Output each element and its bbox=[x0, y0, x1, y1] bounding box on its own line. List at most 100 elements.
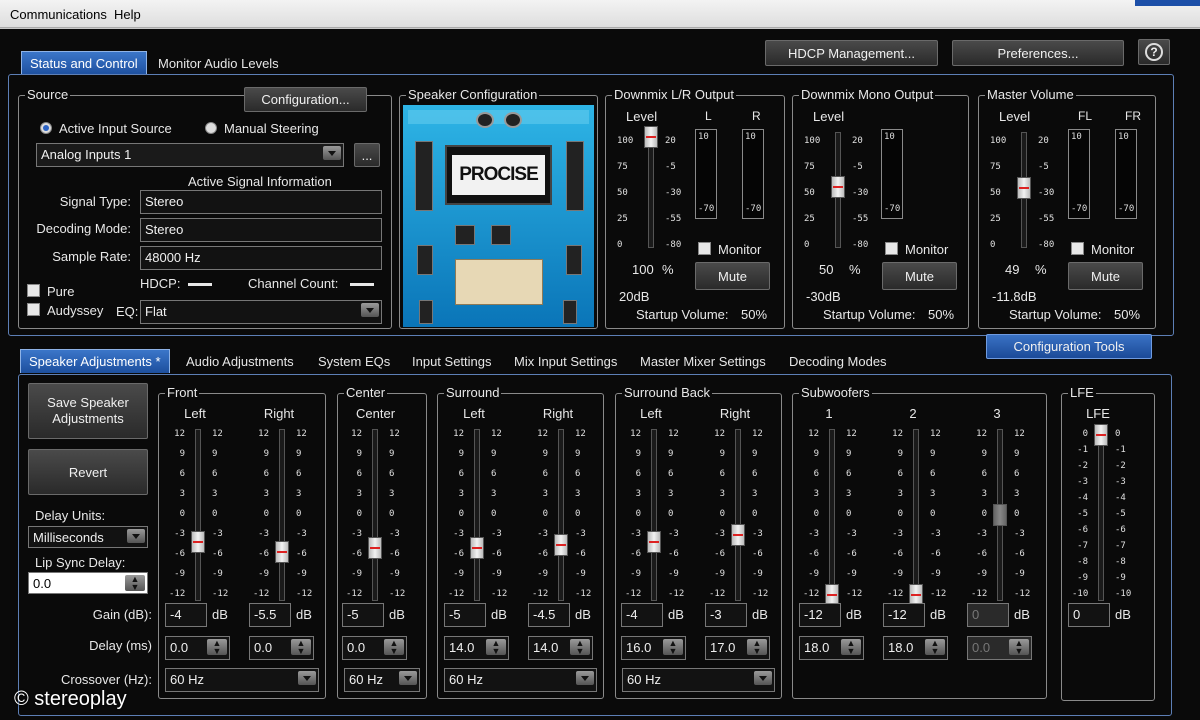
tab-master-mixer-settings[interactable]: Master Mixer Settings bbox=[632, 350, 774, 374]
input-browse-button[interactable]: ... bbox=[354, 143, 380, 167]
gain-slider-thumb[interactable] bbox=[191, 530, 205, 553]
gain-slider-thumb[interactable] bbox=[731, 524, 745, 546]
crossover-select[interactable]: 60 Hz bbox=[344, 668, 420, 692]
configuration-tools-button[interactable]: Configuration Tools bbox=[986, 334, 1152, 359]
tab-monitor-audio-levels[interactable]: Monitor Audio Levels bbox=[150, 52, 287, 76]
crossover-select[interactable]: 60 Hz bbox=[165, 668, 319, 692]
gain-input[interactable]: -4 bbox=[165, 603, 207, 627]
gain-unit: dB bbox=[491, 607, 507, 622]
gain-tick-label: 0 bbox=[491, 509, 497, 519]
gain-tick-label: 6 bbox=[296, 469, 302, 479]
monitor-checkbox[interactable] bbox=[885, 242, 898, 255]
delay-input[interactable]: 16.0 ▲ ▼ bbox=[621, 636, 686, 660]
delay-input[interactable]: 18.0 ▲ ▼ bbox=[799, 636, 864, 660]
spinner-icon: ▲ ▼ bbox=[663, 639, 683, 656]
gain-input[interactable]: 0 bbox=[1068, 603, 1110, 627]
gain-tick-label: 3 bbox=[668, 489, 674, 499]
delay-units-select[interactable]: Milliseconds bbox=[28, 526, 148, 548]
tab-system-eqs[interactable]: System EQs bbox=[310, 350, 398, 374]
hdcp-management-button[interactable]: HDCP Management... bbox=[765, 40, 938, 66]
level-tick-label: 75 bbox=[617, 162, 628, 172]
level-slider-thumb[interactable] bbox=[644, 126, 658, 149]
level-slider-thumb[interactable] bbox=[831, 176, 845, 198]
configuration-button[interactable]: Configuration... bbox=[244, 87, 367, 112]
gain-slider-thumb[interactable] bbox=[554, 534, 568, 556]
mute-button[interactable]: Mute bbox=[695, 262, 770, 290]
level-tick-label: 100 bbox=[990, 136, 1007, 146]
crossover-select[interactable]: 60 Hz bbox=[622, 668, 775, 692]
delay-input[interactable]: 0.0 ▲ ▼ bbox=[165, 636, 230, 660]
delay-input[interactable]: 0.0 ▲ ▼ bbox=[342, 636, 407, 660]
level-tick-label: 0 bbox=[990, 240, 996, 250]
lip-sync-label: Lip Sync Delay: bbox=[35, 555, 126, 570]
menu-communications[interactable]: Communications bbox=[10, 7, 107, 22]
gain-tick-label: -6 bbox=[575, 549, 586, 559]
tab-mix-input-settings[interactable]: Mix Input Settings bbox=[506, 350, 625, 374]
audyssey-checkbox[interactable] bbox=[27, 303, 40, 316]
gain-input[interactable]: -12 bbox=[883, 603, 925, 627]
channel-name: Left bbox=[463, 406, 485, 421]
delay-input[interactable]: 18.0 ▲ ▼ bbox=[883, 636, 948, 660]
gain-input[interactable]: -4 bbox=[621, 603, 663, 627]
gain-unit: dB bbox=[389, 607, 405, 622]
crossover-select[interactable]: 60 Hz bbox=[444, 668, 597, 692]
help-button[interactable]: ? bbox=[1138, 39, 1170, 65]
gain-tick-label: -6 bbox=[752, 549, 763, 559]
eq-select[interactable]: Flat bbox=[140, 300, 382, 324]
manual-steering-radio[interactable] bbox=[205, 122, 217, 134]
monitor-checkbox[interactable] bbox=[698, 242, 711, 255]
channel-count-indicator bbox=[350, 283, 374, 286]
gain-input[interactable]: -3 bbox=[705, 603, 747, 627]
gain-tick-label: -9 bbox=[846, 569, 857, 579]
gain-input[interactable]: -5.5 bbox=[249, 603, 291, 627]
db-tick-label: 20 bbox=[1038, 136, 1049, 146]
pure-checkbox[interactable] bbox=[27, 284, 40, 297]
gain-tick-label: -12 bbox=[389, 589, 406, 599]
monitor-checkbox[interactable] bbox=[1071, 242, 1084, 255]
mute-button[interactable]: Mute bbox=[1068, 262, 1143, 290]
delay-input[interactable]: 0.0 ▲ ▼ bbox=[249, 636, 314, 660]
gain-slider-thumb[interactable] bbox=[647, 530, 661, 553]
delay-input: 0.0 ▲ ▼ bbox=[967, 636, 1032, 660]
tab-speaker-adjustments[interactable]: Speaker Adjustments * bbox=[20, 349, 170, 373]
gain-input[interactable]: -4.5 bbox=[528, 603, 570, 627]
tab-audio-adjustments[interactable]: Audio Adjustments bbox=[178, 350, 302, 374]
spinner-icon: ▲ ▼ bbox=[384, 639, 404, 656]
gain-input[interactable]: -12 bbox=[799, 603, 841, 627]
active-input-source-radio[interactable] bbox=[40, 122, 52, 134]
gain-slider-thumb[interactable] bbox=[470, 537, 484, 560]
gain-tick-label: 3 bbox=[296, 489, 302, 499]
menu-help[interactable]: Help bbox=[114, 7, 141, 22]
gain-tick-label: -12 bbox=[971, 589, 988, 599]
decoding-mode-label: Decoding Mode: bbox=[36, 221, 131, 236]
input-source-select[interactable]: Analog Inputs 1 bbox=[36, 143, 344, 167]
gain-tick-label: 3 bbox=[846, 489, 852, 499]
gain-input[interactable]: -5 bbox=[444, 603, 486, 627]
gain-slider-thumb[interactable] bbox=[368, 537, 382, 560]
level-tick-label: 25 bbox=[804, 214, 815, 224]
gain-input[interactable]: -5 bbox=[342, 603, 384, 627]
channel-label: L bbox=[705, 109, 712, 123]
save-speaker-adjustments-button[interactable]: Save Speaker Adjustments bbox=[28, 383, 148, 439]
tab-input-settings[interactable]: Input Settings bbox=[404, 350, 500, 374]
revert-button[interactable]: Revert bbox=[28, 449, 148, 495]
gain-tick-label: -9 bbox=[575, 569, 586, 579]
preferences-button[interactable]: Preferences... bbox=[952, 40, 1124, 66]
gain-slider-thumb[interactable] bbox=[1094, 424, 1108, 446]
chevron-down-icon bbox=[298, 671, 316, 685]
mute-button[interactable]: Mute bbox=[882, 262, 957, 290]
lip-sync-input[interactable]: 0.0 ▲ ▼ bbox=[28, 572, 148, 594]
level-slider-thumb[interactable] bbox=[1017, 177, 1031, 200]
gain-tick-label: 9 bbox=[930, 449, 936, 459]
gain-tick-label: 12 bbox=[351, 429, 362, 439]
delay-input[interactable]: 14.0 ▲ ▼ bbox=[444, 636, 509, 660]
surround-right-speaker-icon bbox=[566, 245, 582, 275]
surround-left-speaker-icon bbox=[417, 245, 433, 275]
tab-decoding-modes[interactable]: Decoding Modes bbox=[781, 350, 895, 374]
gain-slider-thumb[interactable] bbox=[275, 540, 289, 563]
tab-status-and-control[interactable]: Status and Control bbox=[21, 51, 147, 75]
gain-tick-label: -9 bbox=[174, 569, 185, 579]
delay-input[interactable]: 14.0 ▲ ▼ bbox=[528, 636, 593, 660]
delay-input[interactable]: 17.0 ▲ ▼ bbox=[705, 636, 770, 660]
audyssey-label: Audyssey bbox=[47, 303, 104, 318]
